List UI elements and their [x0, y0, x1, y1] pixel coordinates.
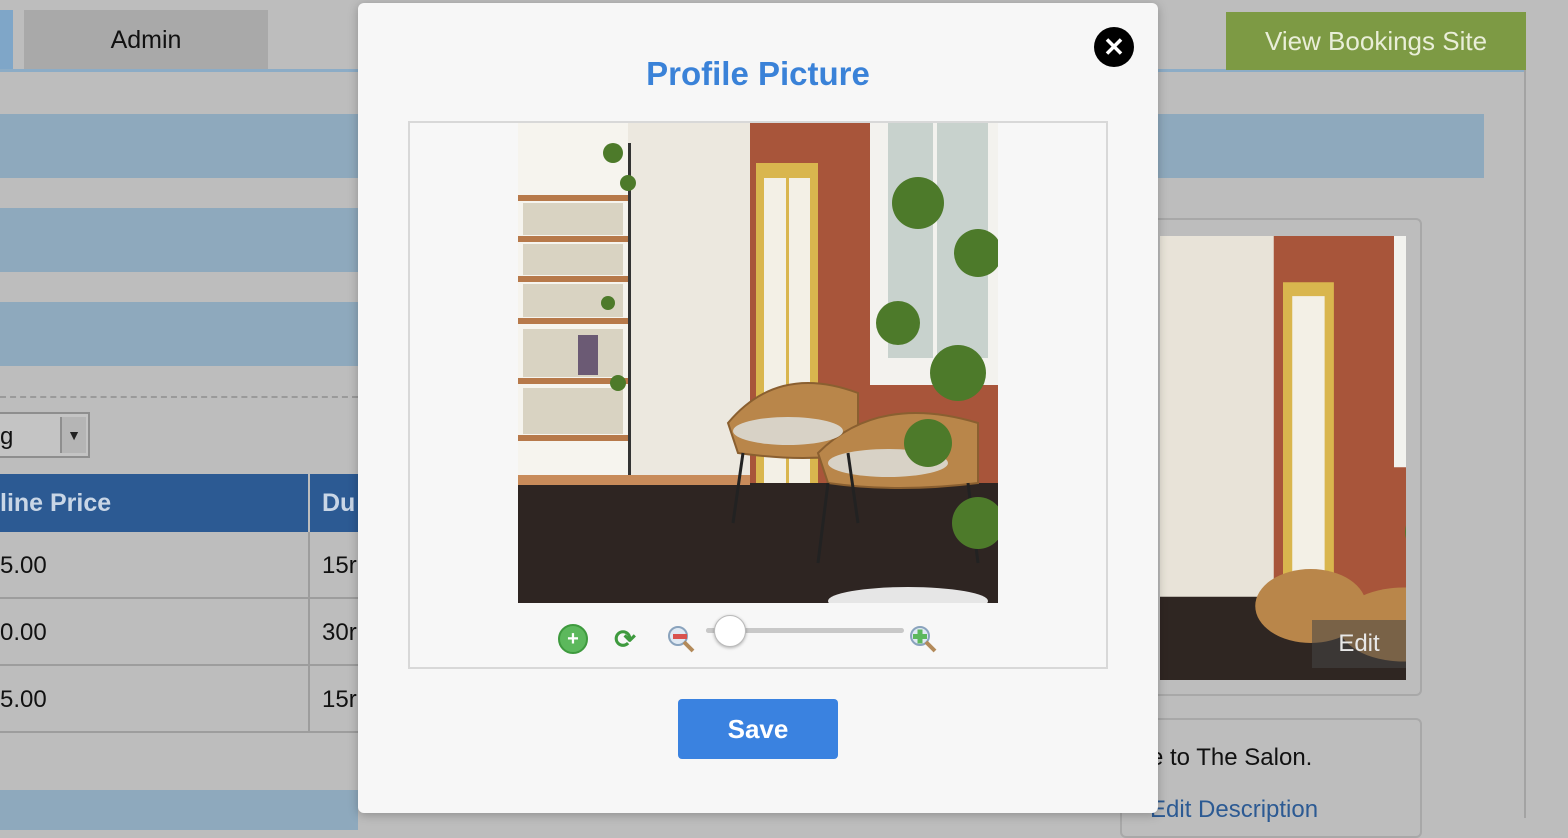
- cell-duration: 15r: [322, 686, 357, 713]
- table-header: line Price Du: [0, 474, 358, 532]
- tab-left[interactable]: [0, 10, 13, 70]
- table-row[interactable]: 5.00 15r: [0, 532, 358, 599]
- column-divider: [308, 666, 310, 731]
- edit-description-link[interactable]: Edit Description: [1150, 796, 1318, 824]
- dashed-divider: [0, 396, 358, 398]
- description-text: e to The Salon.: [1150, 744, 1313, 771]
- profile-image-thumbnail[interactable]: [1160, 236, 1406, 680]
- section-header-bar[interactable]: [0, 302, 358, 366]
- tab-admin[interactable]: Admin: [24, 10, 268, 70]
- column-divider: [308, 474, 310, 532]
- chevron-down-icon[interactable]: ▼: [60, 417, 86, 453]
- close-icon[interactable]: ✕: [1094, 27, 1134, 67]
- cell-price: 0.00: [0, 619, 47, 646]
- column-header-duration: Du: [322, 489, 356, 517]
- table-row[interactable]: 0.00 30r: [0, 599, 358, 666]
- select-value: g: [0, 423, 14, 450]
- category-select[interactable]: g ▼: [0, 412, 90, 458]
- cell-duration: 15r: [322, 552, 357, 579]
- view-bookings-site-button[interactable]: View Bookings Site: [1226, 12, 1526, 70]
- column-header-price: line Price: [0, 489, 112, 517]
- profile-picture-modal: Profile Picture ✕ + ⟳ Save: [358, 3, 1158, 813]
- cell-duration: 30r: [322, 619, 357, 646]
- zoom-slider-fill: [706, 628, 715, 633]
- panel-border: [1524, 70, 1526, 818]
- cell-price: 5.00: [0, 552, 47, 579]
- rotate-icon[interactable]: ⟳: [610, 624, 640, 654]
- add-photo-icon[interactable]: +: [558, 624, 588, 654]
- zoom-out-icon[interactable]: [666, 624, 696, 654]
- save-button[interactable]: Save: [678, 699, 838, 759]
- edit-image-button[interactable]: Edit: [1312, 620, 1406, 668]
- section-header-bar[interactable]: [0, 790, 358, 830]
- modal-title: Profile Picture: [646, 55, 870, 92]
- services-table: line Price Du 5.00 15r 0.00 30r 5.00 15r: [0, 474, 358, 733]
- column-divider: [308, 532, 310, 597]
- column-divider: [308, 599, 310, 664]
- zoom-in-icon[interactable]: [908, 624, 938, 654]
- table-row[interactable]: 5.00 15r: [0, 666, 358, 733]
- section-header-bar[interactable]: [0, 208, 358, 272]
- profile-image-preview[interactable]: [518, 123, 998, 603]
- cell-price: 5.00: [0, 686, 47, 713]
